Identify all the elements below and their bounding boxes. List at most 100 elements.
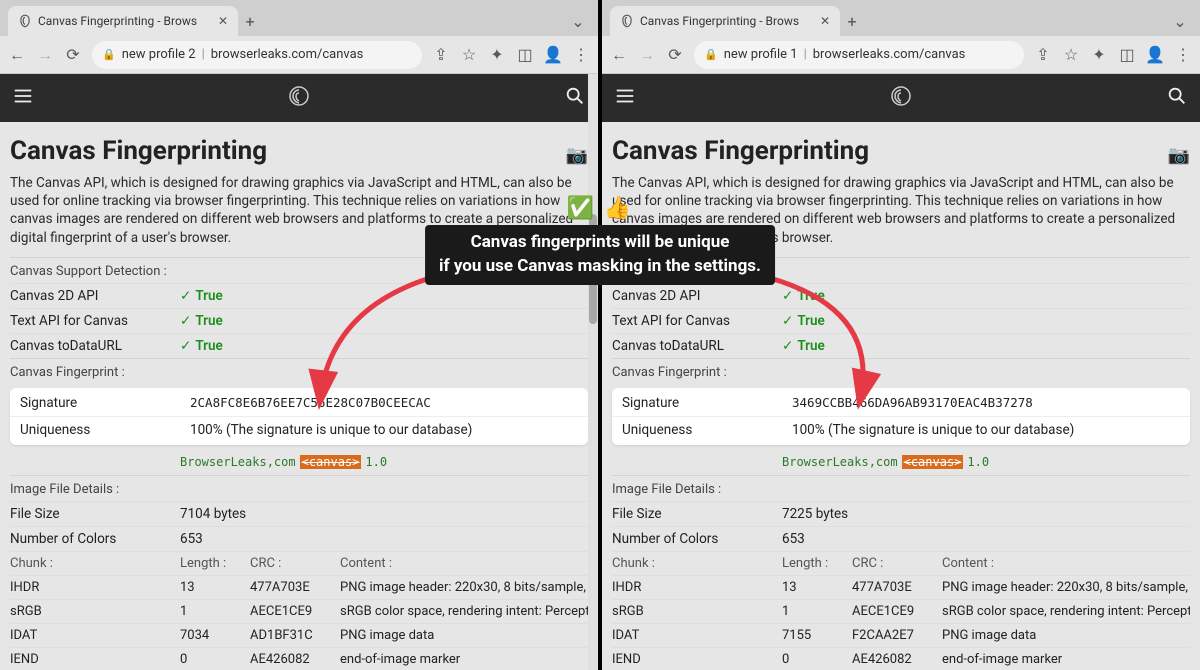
new-tab-button[interactable]: + bbox=[238, 6, 262, 36]
chunk-name: IDAT bbox=[10, 628, 180, 643]
profile-chip[interactable]: new profile 1 bbox=[724, 47, 798, 62]
sidepanel-icon[interactable]: ◫ bbox=[516, 46, 534, 64]
address-bar[interactable]: 🔒 new profile 1 | browserleaks.com/canva… bbox=[694, 41, 1024, 69]
colors-value: 653 bbox=[180, 531, 203, 547]
browser-toolbar: ← → ⟳ 🔒 new profile 1 | browserleaks.com… bbox=[602, 36, 1200, 74]
support-value: ✓True bbox=[782, 338, 825, 354]
chunk-row: sRGB1AECE1CE9sRGB color space, rendering… bbox=[10, 599, 588, 623]
chunk-name: IDAT bbox=[612, 628, 782, 643]
fingerprint-icon bbox=[620, 14, 634, 28]
canvas-preview-tag: <canvas> bbox=[300, 455, 362, 469]
browser-toolbar: ← → ⟳ 🔒 new profile 2 | browserleaks.com… bbox=[0, 36, 598, 74]
hamburger-icon[interactable] bbox=[12, 85, 34, 111]
chunk-col-name: Chunk : bbox=[612, 556, 782, 571]
share-icon[interactable]: ⇪ bbox=[432, 46, 450, 64]
chunk-crc: 477A703E bbox=[250, 580, 340, 595]
lock-icon: 🔒 bbox=[102, 48, 116, 61]
support-rows: Canvas 2D API✓TrueText API for Canvas✓Tr… bbox=[612, 283, 1190, 358]
browser-window-left: Canvas Fingerprinting - Brows ✕ + ⌄ ← → … bbox=[0, 0, 598, 670]
chunk-length: 0 bbox=[782, 652, 852, 667]
scrollbar[interactable] bbox=[588, 74, 598, 670]
puzzle-icon[interactable]: ✦ bbox=[1090, 46, 1108, 64]
colors-value: 653 bbox=[782, 531, 805, 547]
browser-tab[interactable]: Canvas Fingerprinting - Brows ✕ bbox=[610, 6, 840, 36]
hamburger-icon[interactable] bbox=[614, 85, 636, 111]
chunk-header-row: Chunk : Length : CRC : Content : bbox=[10, 551, 588, 575]
canvas-preview-version: 1.0 bbox=[967, 455, 989, 469]
support-row: Canvas toDataURL✓True bbox=[612, 333, 1190, 358]
avatar-icon[interactable]: 👤 bbox=[1146, 46, 1164, 64]
site-header bbox=[602, 74, 1200, 122]
file-size-label: File Size bbox=[10, 506, 180, 522]
chunk-crc: AE426082 bbox=[250, 652, 340, 667]
puzzle-icon[interactable]: ✦ bbox=[488, 46, 506, 64]
back-button[interactable]: ← bbox=[8, 46, 26, 64]
chunk-length: 1 bbox=[782, 604, 852, 619]
lock-icon: 🔒 bbox=[704, 48, 718, 61]
address-bar[interactable]: 🔒 new profile 2 | browserleaks.com/canva… bbox=[92, 41, 422, 69]
avatar-icon[interactable]: 👤 bbox=[544, 46, 562, 64]
reload-button[interactable]: ⟳ bbox=[666, 46, 684, 64]
chunk-content: PNG image data bbox=[340, 628, 588, 643]
chunk-content: sRGB color space, rendering intent: Perc… bbox=[340, 604, 588, 619]
signature-value: 2CA8FC8E6B76EE7C56E28C07B0CEECAC bbox=[190, 395, 431, 411]
search-icon[interactable] bbox=[1166, 85, 1188, 111]
forward-button[interactable]: → bbox=[638, 46, 656, 64]
chunk-content: PNG image header: 220x30, 8 bits/sample,… bbox=[942, 580, 1190, 595]
chunk-length: 13 bbox=[180, 580, 250, 595]
kebab-menu-icon[interactable]: ⋮ bbox=[1174, 46, 1192, 64]
canvas-preview-version: 1.0 bbox=[365, 455, 387, 469]
support-row: Canvas toDataURL✓True bbox=[10, 333, 588, 358]
site-header bbox=[0, 74, 598, 122]
chunk-row: IDAT7155F2CAA2E7PNG image data bbox=[612, 623, 1190, 647]
fingerprint-section-label: Canvas Fingerprint : bbox=[10, 358, 588, 384]
search-icon[interactable] bbox=[564, 85, 586, 111]
page-title: Canvas Fingerprinting bbox=[10, 136, 267, 166]
reload-button[interactable]: ⟳ bbox=[64, 46, 82, 64]
url-text: browserleaks.com/canvas bbox=[211, 47, 364, 62]
share-icon[interactable]: ⇪ bbox=[1034, 46, 1052, 64]
annotation-text: Canvas fingerprints will be unique if yo… bbox=[425, 225, 775, 285]
close-icon[interactable]: ✕ bbox=[218, 14, 228, 28]
colors-label: Number of Colors bbox=[10, 531, 180, 547]
chunk-content: end-of-image marker bbox=[942, 652, 1190, 667]
fingerprint-block: Signature 3469CCBB466DA96AB93170EAC4B372… bbox=[612, 388, 1190, 445]
support-rows: Canvas 2D API✓TrueText API for Canvas✓Tr… bbox=[10, 283, 588, 358]
camera-icon[interactable]: 📷 bbox=[566, 145, 588, 166]
chunk-rows: IHDR13477A703EPNG image header: 220x30, … bbox=[612, 575, 1190, 670]
star-icon[interactable]: ☆ bbox=[460, 46, 478, 64]
canvas-preview-text: BrowserLeaks,com bbox=[180, 455, 296, 469]
profile-chip[interactable]: new profile 2 bbox=[122, 47, 196, 62]
browser-tab[interactable]: Canvas Fingerprinting - Brows ✕ bbox=[8, 6, 238, 36]
support-row: Canvas 2D API✓True bbox=[10, 283, 588, 308]
chevron-down-icon[interactable]: ⌄ bbox=[566, 6, 590, 36]
support-key: Canvas 2D API bbox=[612, 288, 782, 304]
annotation-line2: if you use Canvas masking in the setting… bbox=[439, 256, 761, 276]
new-tab-button[interactable]: + bbox=[840, 6, 864, 36]
annotation-line1: Canvas fingerprints will be unique bbox=[471, 232, 730, 252]
fingerprint-block: Signature 2CA8FC8E6B76EE7C56E28C07B0CEEC… bbox=[10, 388, 588, 445]
signature-label: Signature bbox=[20, 395, 190, 411]
close-icon[interactable]: ✕ bbox=[820, 14, 830, 28]
chunk-col-length: Length : bbox=[782, 556, 852, 571]
camera-icon[interactable]: 📷 bbox=[1168, 145, 1190, 166]
chunk-name: sRGB bbox=[10, 604, 180, 619]
kebab-menu-icon[interactable]: ⋮ bbox=[572, 46, 590, 64]
chunk-row: IHDR13477A703EPNG image header: 220x30, … bbox=[612, 575, 1190, 599]
canvas-preview: BrowserLeaks,com <canvas> 1.0 bbox=[612, 453, 989, 475]
sidepanel-icon[interactable]: ◫ bbox=[1118, 46, 1136, 64]
chunk-col-crc: CRC : bbox=[852, 556, 942, 571]
forward-button[interactable]: → bbox=[36, 46, 54, 64]
page-title: Canvas Fingerprinting bbox=[612, 136, 869, 166]
annotation-emojis: ✅ 👍 bbox=[567, 196, 633, 221]
tab-title: Canvas Fingerprinting - Brows bbox=[38, 14, 212, 28]
chunk-crc: AECE1CE9 bbox=[852, 604, 942, 619]
back-button[interactable]: ← bbox=[610, 46, 628, 64]
chunk-row: IDAT7034AD1BF31CPNG image data bbox=[10, 623, 588, 647]
chunk-row: IEND0AE426082end-of-image marker bbox=[10, 647, 588, 670]
uniqueness-label: Uniqueness bbox=[20, 422, 190, 438]
tab-strip: Canvas Fingerprinting - Brows ✕ + ⌄ bbox=[602, 0, 1200, 36]
support-value: ✓True bbox=[180, 313, 223, 329]
star-icon[interactable]: ☆ bbox=[1062, 46, 1080, 64]
chevron-down-icon[interactable]: ⌄ bbox=[1168, 6, 1192, 36]
